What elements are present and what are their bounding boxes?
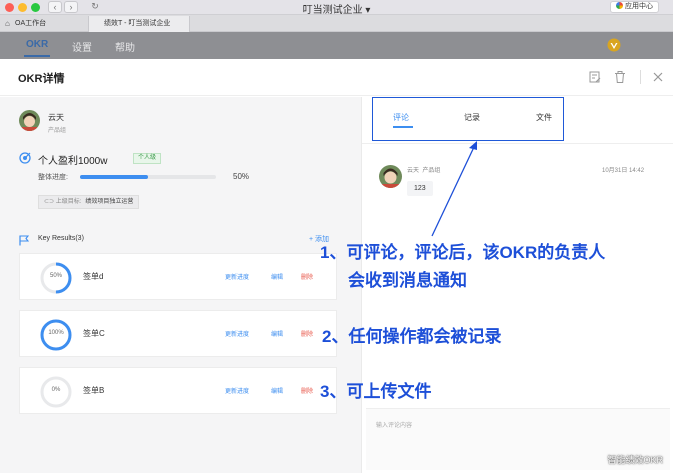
home-icon: ⌂ — [5, 19, 10, 28]
update-progress-button[interactable]: 更新进度 — [225, 386, 249, 395]
key-result-progress-text: 50% — [49, 273, 62, 279]
modal-header: OKR详情 — [0, 59, 673, 96]
key-result-name: 签单d — [83, 272, 104, 281]
owner-name: 云天 — [48, 113, 64, 122]
comment-input-placeholder: 输入评论内容 — [376, 423, 413, 429]
window-title[interactable]: 叮当测试企业 ▾ — [0, 1, 673, 16]
tab-bar: ⌂ OA工作台 绩效T - 叮当测试企业 — [0, 15, 673, 32]
edit-button[interactable]: 编辑 — [271, 386, 283, 395]
app-center-button[interactable]: 应用中心 — [610, 1, 659, 13]
owner-avatar — [19, 110, 40, 131]
key-result-name: 签单B — [83, 386, 105, 395]
target-icon — [19, 152, 31, 164]
tab-files[interactable]: 文件 — [536, 112, 552, 123]
tab-records[interactable]: 记录 — [464, 112, 480, 123]
objective-progress-bar — [80, 175, 216, 179]
tab-oa-workbench[interactable]: ⌂ OA工作台 — [0, 16, 88, 32]
key-results-title: Key Results(3) — [38, 235, 84, 242]
objective-level-badge: 个人级 — [133, 153, 162, 164]
menu-okr[interactable]: OKR — [23, 39, 51, 57]
annotation-comment-line1: 1、可评论，评论后，该OKR的负责人 — [320, 243, 606, 262]
key-result-card: 50% 签单d 更新进度 编辑 删除 — [19, 253, 337, 300]
active-tab-indicator — [393, 126, 413, 128]
key-result-name: 签单C — [83, 329, 105, 338]
delete-button[interactable]: 删除 — [301, 272, 313, 281]
vip-badge-icon[interactable] — [607, 38, 621, 52]
annotation-records: 2、任何操作都会被记录 — [322, 327, 502, 346]
annotation-files: 3、可上传文件 — [320, 382, 432, 401]
comment-text: 123 — [407, 181, 433, 196]
tab-comments[interactable]: 评论 — [393, 112, 409, 123]
key-result-card: 100% 签单C 更新进度 编辑 删除 — [19, 310, 337, 357]
delete-button[interactable]: 删除 — [301, 386, 313, 395]
edit-button[interactable]: 编辑 — [271, 272, 283, 281]
activity-tabs: 评论 记录 文件 — [372, 97, 564, 141]
menu-help[interactable]: 帮助 — [115, 39, 135, 54]
edit-button[interactable]: 编辑 — [271, 329, 283, 338]
annotation-comment-line2: 会收到消息通知 — [348, 271, 467, 290]
window-titlebar: ‹ › ↻ 叮当测试企业 ▾ 应用中心 — [0, 0, 673, 16]
update-progress-button[interactable]: 更新进度 — [225, 329, 249, 338]
comment-avatar — [379, 165, 402, 188]
menu-settings[interactable]: 设置 — [72, 39, 92, 54]
progress-label: 整体进度: — [38, 174, 68, 181]
key-result-card: 0% 签单B 更新进度 编辑 删除 — [19, 367, 337, 414]
delete-button[interactable]: 删除 — [301, 329, 313, 338]
objective-progress-fill — [80, 175, 148, 179]
modal-title: OKR详情 — [18, 73, 65, 85]
key-result-progress-text: 0% — [51, 387, 61, 393]
tab-performance[interactable]: 绩效T - 叮当测试企业 — [88, 16, 190, 32]
parent-objective[interactable]: ⊂⊃ 上级目标: 绩效项目独立运营 — [38, 195, 140, 209]
comment-time: 10月31日 14:42 — [602, 168, 645, 174]
parent-objective-value: 绩效项目独立运营 — [85, 199, 134, 205]
okr-detail-modal: OKR详情 云天 产品组 个人盈利1000w 个人级 整体进度: 50% ⊂⊃ … — [0, 59, 673, 473]
link-icon: ⊂⊃ — [44, 199, 56, 205]
parent-objective-label: 上级目标: — [55, 199, 82, 205]
okr-info-panel: 云天 产品组 个人盈利1000w 个人级 整体进度: 50% ⊂⊃ 上级目标: 绩… — [0, 97, 361, 473]
update-progress-button[interactable]: 更新进度 — [225, 272, 249, 281]
key-result-progress-text: 100% — [48, 330, 64, 336]
trash-icon[interactable] — [613, 70, 627, 84]
watermark: 智能绩效OKR — [607, 455, 663, 465]
app-header: OKR 设置 帮助 — [0, 32, 673, 59]
objective-title: 个人盈利1000w — [38, 156, 108, 167]
tabs-divider — [362, 143, 673, 144]
flag-icon — [19, 235, 29, 246]
close-icon[interactable] — [651, 70, 665, 84]
owner-dept: 产品组 — [48, 128, 67, 134]
comment-author: 云天 产品组 — [407, 168, 441, 174]
header-divider — [640, 70, 641, 84]
objective-progress-value: 50% — [233, 172, 250, 181]
app-center-logo-icon — [616, 2, 623, 9]
edit-icon[interactable] — [588, 70, 602, 84]
